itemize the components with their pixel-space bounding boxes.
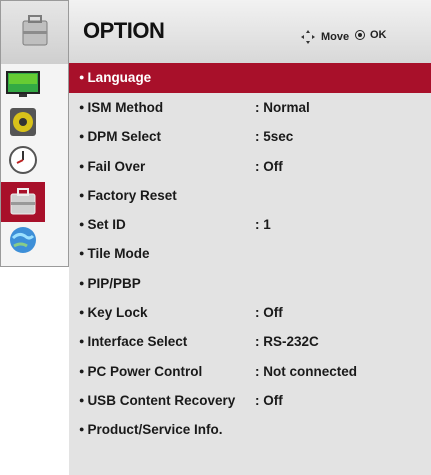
option-label: PIP/PBP — [87, 275, 141, 291]
option-icon — [10, 188, 36, 215]
picture-icon — [6, 71, 40, 97]
audio-category[interactable] — [5, 104, 41, 140]
bullet-icon: ● — [79, 248, 85, 259]
move-hint: Move — [300, 29, 349, 45]
bullet-icon: ● — [79, 394, 85, 405]
option-label: DPM Select — [87, 129, 161, 145]
option-item-factory-reset[interactable]: ● Factory Reset — [69, 181, 431, 210]
bullet-icon: ● — [79, 365, 85, 376]
option-label: Tile Mode — [87, 246, 150, 262]
option-item-tile-mode[interactable]: ● Tile Mode — [69, 239, 431, 268]
ok-hint: OK — [355, 29, 387, 41]
option-label: Factory Reset — [87, 187, 177, 203]
move-hint-label: Move — [321, 31, 350, 43]
toolbox-icon — [22, 15, 48, 46]
option-item-pc-power-control[interactable]: ● PC Power Control : Not connected — [69, 357, 431, 386]
option-value: : Off — [255, 158, 283, 174]
option-value: : RS-232C — [255, 334, 319, 350]
picture-category[interactable] — [5, 67, 41, 103]
option-item-key-lock[interactable]: ● Key Lock : Off — [69, 298, 431, 327]
option-label: Fail Over — [87, 158, 146, 174]
category-sidebar — [0, 0, 69, 267]
audio-icon — [10, 108, 36, 136]
option-value: : Not connected — [255, 363, 358, 379]
ok-button-icon — [355, 30, 365, 40]
panel-header: OPTION Move OK — [69, 0, 431, 63]
ok-hint-label: OK — [370, 29, 387, 41]
option-item-language[interactable]: ● Language — [69, 63, 431, 93]
option-label: Product/Service Info. — [87, 422, 223, 438]
bullet-icon: ● — [79, 72, 85, 82]
bullet-icon: ● — [79, 131, 85, 142]
bullet-icon: ● — [79, 307, 85, 318]
option-label: ISM Method — [87, 100, 164, 115]
option-value: : 5sec — [255, 129, 294, 145]
network-icon — [10, 227, 36, 253]
bullet-icon: ● — [79, 102, 85, 112]
option-label: PC Power Control — [87, 363, 203, 379]
option-category[interactable] — [1, 182, 45, 222]
sidebar-header — [1, 1, 68, 64]
option-item-fail-over[interactable]: ● Fail Over : Off — [69, 152, 431, 181]
option-item-set-id[interactable]: ● Set ID : 1 — [69, 210, 431, 239]
network-category[interactable] — [5, 222, 41, 258]
option-item-usb-content-recovery[interactable]: ● USB Content Recovery : Off — [69, 386, 431, 415]
option-value: : Off — [255, 392, 283, 408]
option-value: : Off — [255, 305, 283, 321]
bullet-icon: ● — [79, 336, 85, 347]
bullet-icon: ● — [79, 189, 85, 200]
option-item-interface-select[interactable]: ● Interface Select : RS-232C — [69, 327, 431, 356]
page-title: OPTION — [83, 18, 165, 43]
option-item-pip-pbp[interactable]: ● PIP/PBP — [69, 269, 431, 298]
option-item-dpm-select[interactable]: ● DPM Select : 5sec — [69, 122, 431, 151]
option-value: : Normal — [255, 100, 310, 115]
time-category[interactable] — [5, 142, 41, 178]
move-arrows-icon — [301, 30, 315, 44]
time-icon — [9, 146, 37, 174]
bullet-icon: ● — [79, 424, 85, 435]
bullet-icon: ● — [79, 277, 85, 288]
bullet-icon: ● — [79, 219, 85, 230]
option-item-product-service-info[interactable]: ● Product/Service Info. — [69, 415, 431, 444]
option-label: Language — [87, 70, 152, 85]
option-label: Key Lock — [87, 305, 148, 321]
option-label: Interface Select — [87, 334, 188, 350]
option-value: : 1 — [255, 217, 271, 233]
option-panel: OPTION Move OK ● Language ● ISM Method : N… — [69, 0, 431, 475]
option-label: USB Content Recovery — [87, 392, 236, 408]
option-list: ● Language ● ISM Method : Normal ● DPM Sele… — [69, 63, 431, 445]
option-label: Set ID — [87, 217, 126, 233]
option-item-ism-method[interactable]: ● ISM Method : Normal — [69, 93, 431, 122]
bullet-icon: ● — [79, 160, 85, 171]
